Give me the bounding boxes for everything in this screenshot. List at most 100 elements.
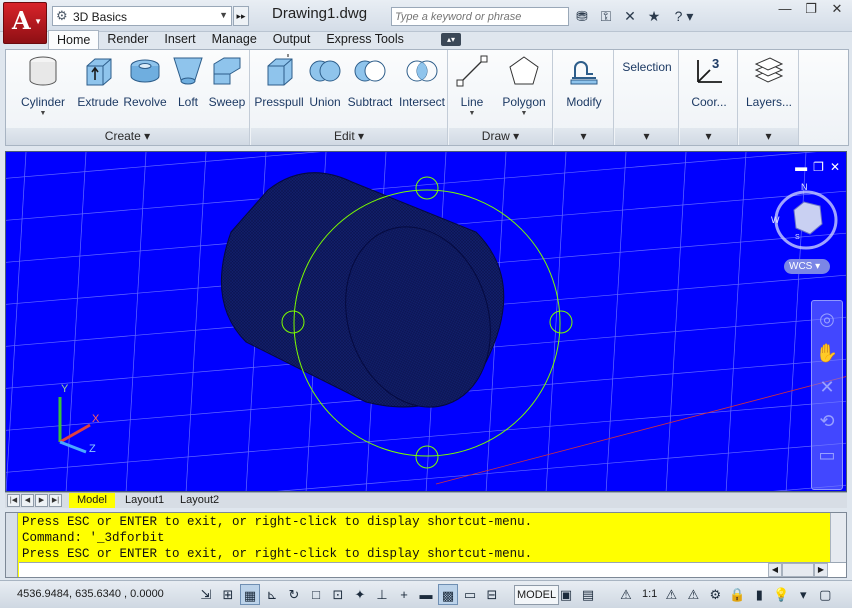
drawing-viewport[interactable]: Y X Z N W S ▬ ❐ ✕ WCS ▾ ◎ ✋ ✕ ⟲ ▭ [5,151,847,492]
wcs-menu[interactable]: WCS ▾ [784,259,830,274]
loft-button[interactable]: Loft [170,54,206,109]
help-icon[interactable]: ? ▾ [667,5,701,27]
coordinates-panel-expander[interactable]: ▾ [680,128,737,145]
steering-wheel-icon[interactable]: ◎ [812,309,842,335]
object-snap-icon[interactable]: □ [306,584,326,605]
snap-mode-icon[interactable]: ⊞ [218,584,238,605]
first-layout-icon[interactable]: |◀ [7,494,20,507]
isolate-objects-icon[interactable]: 💡 [771,584,791,605]
dynamic-ucs-icon[interactable]: ⊥ [372,584,392,605]
hardware-acceleration-icon[interactable]: ▮ [749,584,769,605]
prev-layout-icon[interactable]: ◀ [21,494,34,507]
tab-layout1[interactable]: Layout1 [117,493,172,508]
selection-panel-expander[interactable]: ▾ [615,128,678,145]
status-menu-icon[interactable]: ▾ [793,584,813,605]
object-snap-tracking-icon[interactable]: ✦ [350,584,370,605]
close-icon[interactable]: ✕ [830,160,840,174]
edit-panel-title[interactable]: Edit ▾ [251,128,447,145]
sweep-button[interactable]: Sweep [206,54,248,109]
command-scrollbar[interactable] [830,513,846,563]
exchange-icon[interactable]: ✕ [619,5,641,27]
line-button[interactable]: Line ▼ [453,54,491,118]
orbit-icon[interactable]: ⟲ [812,411,842,437]
intersect-button[interactable]: Intersect [397,54,447,109]
dynamic-input-icon[interactable]: + [394,584,414,605]
modify-button[interactable]: Modify [556,54,612,109]
last-layout-icon[interactable]: ▶| [49,494,62,507]
tab-model[interactable]: Model [69,493,115,508]
model-space-canvas[interactable]: Y X Z N W S [6,152,847,492]
tab-manage[interactable]: Manage [204,30,265,49]
coordinates-button[interactable]: 3 Coor... [682,54,736,109]
create-panel-title[interactable]: Create ▾ [6,128,249,145]
application-menu-button[interactable]: A ▼ [3,2,47,44]
modify-panel-expander[interactable]: ▾ [554,128,613,145]
scroll-track[interactable] [782,563,814,577]
restore-icon[interactable]: ❐ [798,0,824,20]
scroll-left-icon[interactable]: ◀ [768,563,782,577]
command-window-grip[interactable] [6,513,18,577]
annotation-scale-icon[interactable]: ⚠ [616,584,636,605]
minimize-icon[interactable]: — [772,0,798,20]
ortho-mode-icon[interactable]: ⊾ [262,584,282,605]
key-icon[interactable]: ⚿ [595,5,617,27]
annotation-scale[interactable]: 1:1 [642,584,657,605]
quick-properties-icon[interactable]: ▭ [460,584,480,605]
pan-icon[interactable]: ✋ [812,343,842,369]
presspull-button[interactable]: Presspull [253,52,305,109]
star-icon[interactable]: ★ [643,5,665,27]
lineweight-icon[interactable]: ▬ [416,584,436,605]
command-input[interactable] [19,562,846,577]
layers-button[interactable]: Layers... [741,54,797,109]
create-panel: Cylinder ▼ Extrude Revolve Loft Sweep Cr… [6,50,250,145]
quick-view-layouts-icon[interactable]: ▣ [556,584,576,605]
polar-tracking-icon[interactable]: ↻ [284,584,304,605]
scroll-right-icon[interactable]: ▶ [814,563,828,577]
selection-panel: Selection ▾ [615,50,679,145]
tab-insert[interactable]: Insert [156,30,203,49]
selection-cycling-icon[interactable]: ⊟ [482,584,502,605]
minimize-icon[interactable]: ▬ [795,160,807,174]
search-input[interactable] [392,8,568,25]
draw-panel-title[interactable]: Draw ▾ [449,128,552,145]
close-icon[interactable]: ✕ [824,0,850,20]
tab-home[interactable]: Home [48,30,100,50]
transparency-icon[interactable]: ▩ [438,584,458,605]
workspace-switching-icon[interactable]: ⚙ [705,584,725,605]
next-layout-icon[interactable]: ▶ [35,494,48,507]
qat-expand-button[interactable]: ▸▸ [233,6,249,26]
status-bar: 4536.9484, 635.6340 , 0.0000 ⇲ ⊞ ▦ ⊾ ↻ □… [0,580,852,608]
binoculars-icon[interactable]: ⛃ [571,5,593,27]
ribbon-minimize-button[interactable]: ▴▾ [441,33,461,46]
layers-panel-expander[interactable]: ▾ [739,128,798,145]
clean-screen-icon[interactable]: ▢ [815,584,835,605]
3d-object-snap-icon[interactable]: ⊡ [328,584,348,605]
grid-display-icon[interactable]: ▦ [240,584,260,605]
auto-scale-icon[interactable]: ⚠ [683,584,703,605]
cylinder-button[interactable]: Cylinder ▼ [18,54,68,118]
search-field[interactable] [391,7,569,26]
chevron-down-icon: ▾ [643,129,650,143]
chevron-down-icon: ▾ [358,129,365,143]
revolve-button[interactable]: Revolve [123,54,167,109]
tab-render[interactable]: Render [99,30,156,49]
quick-view-drawings-icon[interactable]: ▤ [578,584,598,605]
tab-output[interactable]: Output [265,30,319,49]
restore-icon[interactable]: ❐ [813,160,824,174]
tab-layout2[interactable]: Layout2 [172,493,227,508]
infer-constraints-icon[interactable]: ⇲ [196,584,216,605]
subtract-button[interactable]: Subtract [345,54,395,109]
selection-button[interactable]: Selection [617,60,677,74]
showmotion-icon[interactable]: ▭ [812,445,842,471]
tab-express-tools[interactable]: Express Tools [318,30,412,49]
zoom-icon[interactable]: ✕ [812,377,842,403]
model-space-button[interactable]: MODEL [514,585,560,605]
polygon-button[interactable]: Polygon ▼ [497,54,551,118]
union-button[interactable]: Union [307,54,343,109]
annotation-visibility-icon[interactable]: ⚠ [661,584,681,605]
extrude-button[interactable]: Extrude [76,54,120,109]
coordinate-readout[interactable]: 4536.9484, 635.6340 , 0.0000 [17,588,164,600]
workspace-selector[interactable]: ⚙ 3D Basics ▼ [52,6,232,26]
compass-w: W [771,215,780,225]
toolbar-lock-icon[interactable]: 🔒 [727,584,747,605]
